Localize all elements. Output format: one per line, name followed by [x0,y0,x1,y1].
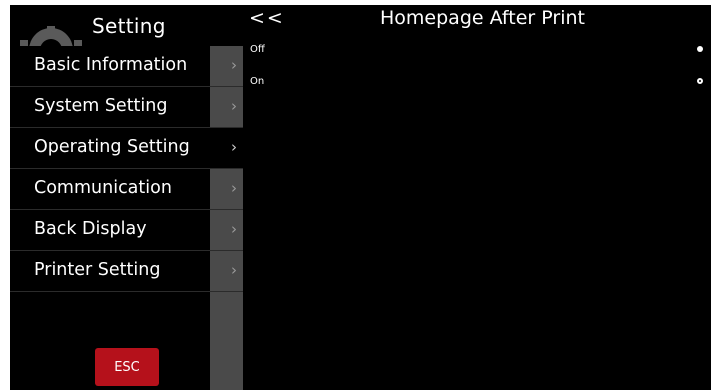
sidebar: Setting Basic Information › System Setti… [10,5,243,390]
sidebar-item-label: Communication [34,178,172,198]
chevron-right-icon: › [231,56,237,74]
sidebar-header: Setting [10,5,243,66]
sidebar-title: Setting [92,14,166,38]
sidebar-item-label: Back Display [34,219,147,239]
sidebar-item-label: System Setting [34,96,168,116]
sidebar-item-back-display[interactable]: Back Display › [10,210,243,251]
option-on[interactable]: On [243,73,711,97]
chevron-right-icon: › [231,179,237,197]
sidebar-item-operating-setting[interactable]: Operating Setting › [10,128,243,169]
sidebar-item-basic-information[interactable]: Basic Information › [10,46,243,87]
back-button[interactable]: << [249,7,285,29]
radio-unselected-icon[interactable] [697,78,703,84]
chevron-right-icon: › [231,97,237,115]
sidebar-menu: Basic Information › System Setting › Ope… [10,46,243,292]
radio-selected-icon[interactable] [697,46,703,52]
sidebar-item-printer-setting[interactable]: Printer Setting › [10,251,243,292]
option-off[interactable]: Off [243,41,711,65]
chevron-right-icon: › [231,138,237,156]
option-label: On [250,76,265,87]
sidebar-item-label: Operating Setting [34,137,190,157]
sidebar-item-label: Printer Setting [34,260,161,280]
sidebar-item-system-setting[interactable]: System Setting › [10,87,243,128]
settings-screen: Setting Basic Information › System Setti… [10,5,711,390]
chevron-right-icon: › [231,220,237,238]
main-panel: << Homepage After Print Off On [243,5,711,390]
sidebar-item-communication[interactable]: Communication › [10,169,243,210]
esc-button[interactable]: ESC [95,348,159,386]
page-title: Homepage After Print [380,7,585,29]
sidebar-item-label: Basic Information [34,55,188,75]
option-label: Off [250,44,265,55]
chevron-right-icon: › [231,261,237,279]
